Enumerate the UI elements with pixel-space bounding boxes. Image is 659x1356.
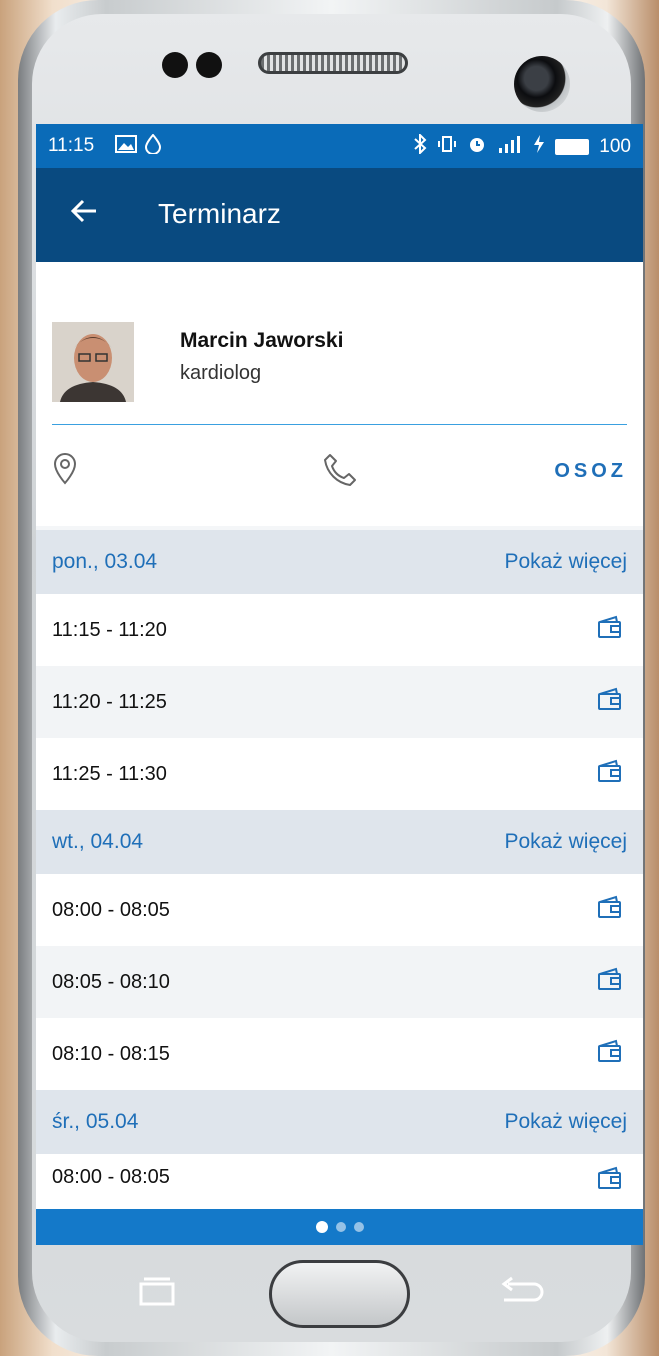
page-dot-active[interactable] — [315, 1221, 328, 1233]
vibrate-icon — [437, 134, 457, 160]
time-slot[interactable]: 08:00 - 08:05 — [36, 1154, 643, 1209]
time-slot[interactable]: 11:15 - 11:20 — [36, 594, 643, 666]
day-header: pon., 03.04 Pokaż więcej — [36, 530, 643, 594]
wallet-icon[interactable] — [597, 687, 623, 717]
avatar — [52, 322, 134, 402]
slot-time: 08:00 - 08:05 — [52, 1166, 170, 1188]
day-date: wt., 04.04 — [52, 830, 144, 853]
doctor-card: Marcin Jaworski kardiolog OSOZ — [36, 262, 643, 526]
status-time: 11:15 — [48, 135, 95, 156]
screen: 11:15 100 Terminarz Marcin Jaworski kard… — [36, 124, 643, 1245]
battery-level: 100 — [599, 136, 631, 157]
wallet-icon[interactable] — [597, 759, 623, 789]
charging-icon — [533, 134, 545, 160]
page-dot[interactable] — [353, 1222, 364, 1232]
time-slot[interactable]: 08:00 - 08:05 — [36, 874, 643, 946]
doctor-name: Marcin Jaworski — [180, 329, 344, 352]
slot-time: 11:25 - 11:30 — [52, 762, 167, 785]
wallet-icon[interactable] — [597, 1039, 623, 1069]
drop-icon — [144, 133, 162, 160]
time-slot[interactable]: 08:05 - 08:10 — [36, 946, 643, 1018]
show-more-link[interactable]: Pokaż więcej — [504, 550, 627, 574]
page-indicator — [36, 1209, 643, 1245]
time-slot[interactable]: 08:10 - 08:15 — [36, 1018, 643, 1090]
signal-4g-icon — [497, 134, 523, 160]
phone-icon[interactable] — [322, 452, 358, 493]
location-pin-icon[interactable] — [52, 452, 78, 491]
doctor-specialty: kardiolog — [180, 362, 262, 384]
day-header: śr., 05.04 Pokaż więcej — [36, 1090, 643, 1154]
earpiece-speaker — [258, 52, 408, 74]
battery-icon — [555, 139, 590, 155]
slot-time: 11:20 - 11:25 — [52, 690, 167, 713]
status-bar: 11:15 100 — [36, 124, 643, 168]
slot-time: 08:00 - 08:05 — [52, 898, 170, 921]
slot-time: 08:10 - 08:15 — [52, 1042, 170, 1065]
slot-time: 08:05 - 08:10 — [52, 970, 170, 993]
wallet-icon[interactable] — [597, 1166, 623, 1196]
image-icon — [115, 134, 137, 160]
wallet-icon[interactable] — [597, 895, 623, 925]
show-more-link[interactable]: Pokaż więcej — [504, 1110, 627, 1134]
sensor-dot — [196, 52, 222, 78]
alarm-icon — [467, 134, 487, 160]
wallet-icon[interactable] — [597, 615, 623, 645]
day-list: pon., 03.04 Pokaż więcej 11:15 - 11:20 1… — [36, 530, 643, 1209]
divider — [52, 424, 627, 425]
wallet-icon[interactable] — [597, 967, 623, 997]
time-slot[interactable]: 11:20 - 11:25 — [36, 666, 643, 738]
page-dot[interactable] — [335, 1222, 346, 1232]
home-button[interactable] — [269, 1260, 410, 1328]
osoz-link[interactable]: OSOZ — [554, 460, 627, 483]
front-camera — [514, 56, 570, 112]
schedule-content: Marcin Jaworski kardiolog OSOZ pon., 03.… — [36, 262, 643, 1209]
bluetooth-icon — [413, 132, 427, 160]
back-nav-icon[interactable] — [498, 1274, 544, 1313]
recent-apps-icon[interactable] — [138, 1276, 176, 1311]
app-bar: Terminarz — [36, 168, 643, 262]
show-more-link[interactable]: Pokaż więcej — [504, 830, 627, 854]
time-slot[interactable]: 11:25 - 11:30 — [36, 738, 643, 810]
day-date: śr., 05.04 — [52, 1110, 139, 1133]
slot-time: 11:15 - 11:20 — [52, 618, 167, 641]
page-title: Terminarz — [158, 198, 281, 229]
sensor-dot — [162, 52, 188, 78]
day-header: wt., 04.04 Pokaż więcej — [36, 810, 643, 874]
arrow-left-icon[interactable] — [66, 196, 102, 235]
day-date: pon., 03.04 — [52, 550, 158, 573]
